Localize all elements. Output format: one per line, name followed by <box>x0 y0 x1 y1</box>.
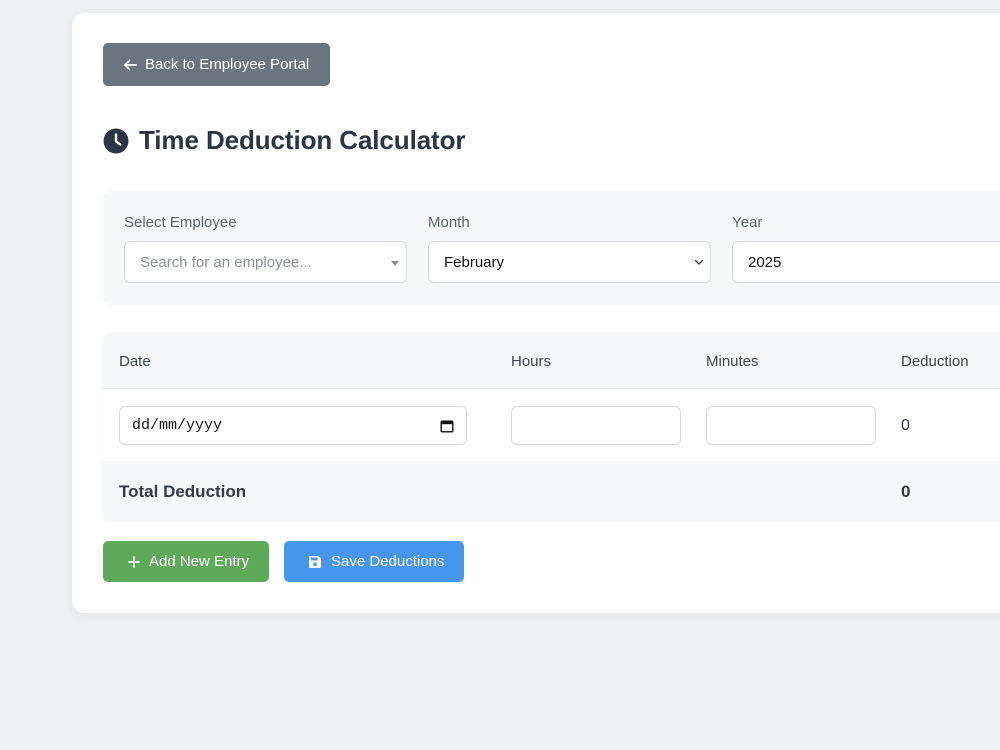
month-select[interactable]: February <box>428 241 711 283</box>
total-deduction-label: Total Deduction <box>119 482 247 501</box>
employee-select[interactable]: Search for an employee... <box>124 241 407 283</box>
chevron-down-icon <box>694 259 704 265</box>
year-input-value: 2025 <box>748 253 782 271</box>
save-deductions-label: Save Deductions <box>331 553 445 570</box>
month-select-value: February <box>444 253 505 271</box>
save-icon <box>309 555 321 568</box>
employee-select-placeholder: Search for an employee... <box>140 253 312 271</box>
plus-icon <box>128 555 140 568</box>
filter-panel: Select Employee Search for an employee..… <box>103 191 1000 305</box>
arrow-left-icon <box>124 59 137 70</box>
calculator-card: Back to Employee Portal Time Deduction C… <box>72 13 1000 613</box>
total-deduction-value: 0 <box>901 482 911 501</box>
date-input-placeholder: dd/mm/yyyy <box>132 417 223 434</box>
header-deduction: Deduction <box>901 353 969 370</box>
month-label: Month <box>428 214 470 231</box>
add-entry-label: Add New Entry <box>149 553 250 570</box>
table-footer: Total Deduction 0 <box>103 463 1000 520</box>
minutes-input[interactable] <box>706 406 876 445</box>
page-title: Time Deduction Calculator <box>139 125 466 155</box>
dropdown-caret-icon <box>391 261 399 266</box>
date-input[interactable]: dd/mm/yyyy <box>119 406 467 445</box>
employee-label: Select Employee <box>124 214 237 231</box>
header-minutes: Minutes <box>706 353 759 370</box>
table-row: dd/mm/yyyy 0 <box>103 390 1000 462</box>
calendar-icon[interactable] <box>440 419 454 433</box>
clock-icon <box>103 128 129 153</box>
back-to-portal-button[interactable]: Back to Employee Portal <box>103 43 331 86</box>
year-label: Year <box>732 214 763 231</box>
header-date: Date <box>119 353 151 370</box>
add-new-entry-button[interactable]: Add New Entry <box>103 541 269 582</box>
row-deduction-value: 0 <box>901 417 910 434</box>
table-header: Date Hours Minutes Deduction <box>103 333 1000 389</box>
deduction-table: Date Hours Minutes Deduction dd/mm/yyyy … <box>103 333 1000 520</box>
year-input[interactable]: 2025 <box>732 241 1000 283</box>
page-header: Time Deduction Calculator <box>103 125 466 156</box>
back-button-label: Back to Employee Portal <box>145 56 310 73</box>
hours-input[interactable] <box>511 406 681 445</box>
header-hours: Hours <box>511 353 552 370</box>
save-deductions-button[interactable]: Save Deductions <box>284 541 464 582</box>
